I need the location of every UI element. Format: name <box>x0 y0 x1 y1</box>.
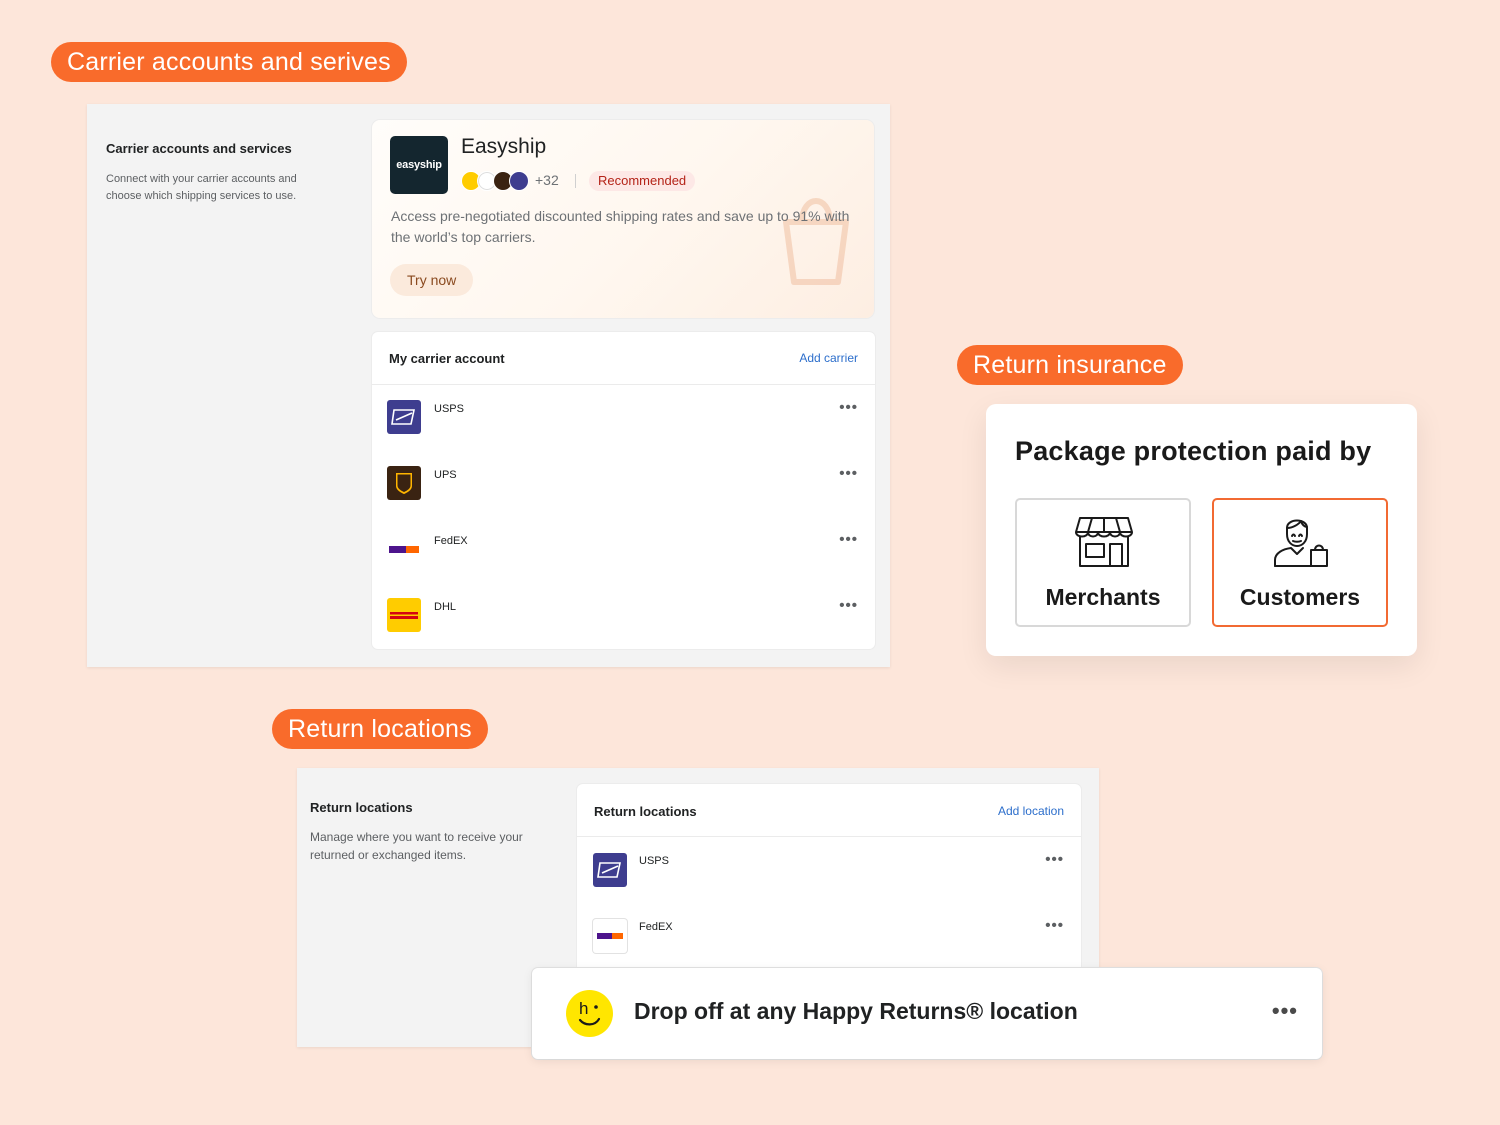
recommended-badge: Recommended <box>589 171 696 191</box>
section-label-return-locations: Return locations <box>272 709 488 749</box>
fedex-logo-icon <box>593 919 627 953</box>
carrier-name: DHL <box>434 601 457 613</box>
carrier-row-dhl[interactable]: DHL ••• <box>372 583 875 649</box>
carrier-settings-panel: Carrier accounts and services Connect wi… <box>87 104 890 667</box>
carrier-section-description: Connect with your carrier accounts and c… <box>106 173 297 202</box>
happy-returns-location-card[interactable]: h Drop off at any Happy Returns® locatio… <box>532 968 1322 1059</box>
carrier-row-fedex[interactable]: FedEX ••• <box>372 517 875 583</box>
return-section-title: Return locations <box>310 800 413 815</box>
happy-returns-label: Drop off at any Happy Returns® location <box>634 998 1078 1024</box>
more-carriers-count: +32 <box>535 172 559 188</box>
more-options-icon[interactable]: ••• <box>1272 998 1298 1024</box>
happy-returns-logo-letter: h <box>579 999 588 1018</box>
more-options-icon[interactable]: ••• <box>1045 917 1064 934</box>
location-row-fedex[interactable]: FedEX ••• <box>577 903 1081 969</box>
carrier-name: USPS <box>434 403 464 415</box>
carrier-logo-stack <box>461 171 533 191</box>
usps-logo-icon <box>593 853 627 887</box>
option-label: Customers <box>1239 584 1361 610</box>
location-name: FedEX <box>639 921 673 933</box>
return-location-list: Return locations Add location USPS ••• F… <box>577 784 1081 982</box>
carrier-row-ups[interactable]: UPS ••• <box>372 451 875 517</box>
usps-icon <box>509 171 529 191</box>
storefront-icon <box>1075 517 1133 567</box>
dhl-logo-icon <box>387 598 421 632</box>
ups-logo-icon <box>387 466 421 500</box>
package-protection-title: Package protection paid by <box>1015 436 1372 466</box>
more-options-icon[interactable]: ••• <box>839 531 858 548</box>
easyship-promo-card: easyship Easyship +32 Recommended Access… <box>372 120 874 318</box>
option-label: Merchants <box>1045 584 1161 610</box>
option-merchants[interactable]: Merchants <box>1015 498 1191 627</box>
package-protection-card: Package protection paid by Merchants Cus… <box>986 404 1417 656</box>
add-carrier-link[interactable]: Add carrier <box>799 351 858 365</box>
divider <box>575 174 576 188</box>
section-label-carrier-accounts: Carrier accounts and serives <box>51 42 407 82</box>
more-options-icon[interactable]: ••• <box>839 465 858 482</box>
carrier-section-title: Carrier accounts and services <box>106 141 292 156</box>
happy-returns-logo-icon: h <box>566 990 613 1037</box>
location-row-usps[interactable]: USPS ••• <box>577 837 1081 903</box>
list-header: Return locations Add location <box>577 784 1081 837</box>
more-options-icon[interactable]: ••• <box>839 597 858 614</box>
easyship-logo: easyship <box>390 136 448 194</box>
carrier-row-usps[interactable]: USPS ••• <box>372 385 875 451</box>
location-name: USPS <box>639 855 669 867</box>
usps-logo-icon <box>387 400 421 434</box>
add-location-link[interactable]: Add location <box>998 804 1064 818</box>
more-options-icon[interactable]: ••• <box>839 399 858 416</box>
list-title: Return locations <box>594 804 697 819</box>
fedex-logo-icon <box>387 532 421 566</box>
try-now-button[interactable]: Try now <box>390 264 474 296</box>
easyship-description: Access pre-negotiated discounted shippin… <box>391 208 850 245</box>
more-options-icon[interactable]: ••• <box>1045 851 1064 868</box>
customer-with-bag-icon <box>1274 519 1328 567</box>
carrier-name: UPS <box>434 469 457 481</box>
return-section-description: Manage where you want to receive your re… <box>310 830 523 862</box>
list-header: My carrier account Add carrier <box>372 332 875 385</box>
section-label-return-insurance: Return insurance <box>957 345 1183 385</box>
easyship-title: Easyship <box>461 135 547 158</box>
list-title: My carrier account <box>389 351 505 366</box>
carrier-account-list: My carrier account Add carrier USPS ••• … <box>372 332 875 649</box>
carrier-name: FedEX <box>434 535 468 547</box>
option-customers[interactable]: Customers <box>1212 498 1388 627</box>
